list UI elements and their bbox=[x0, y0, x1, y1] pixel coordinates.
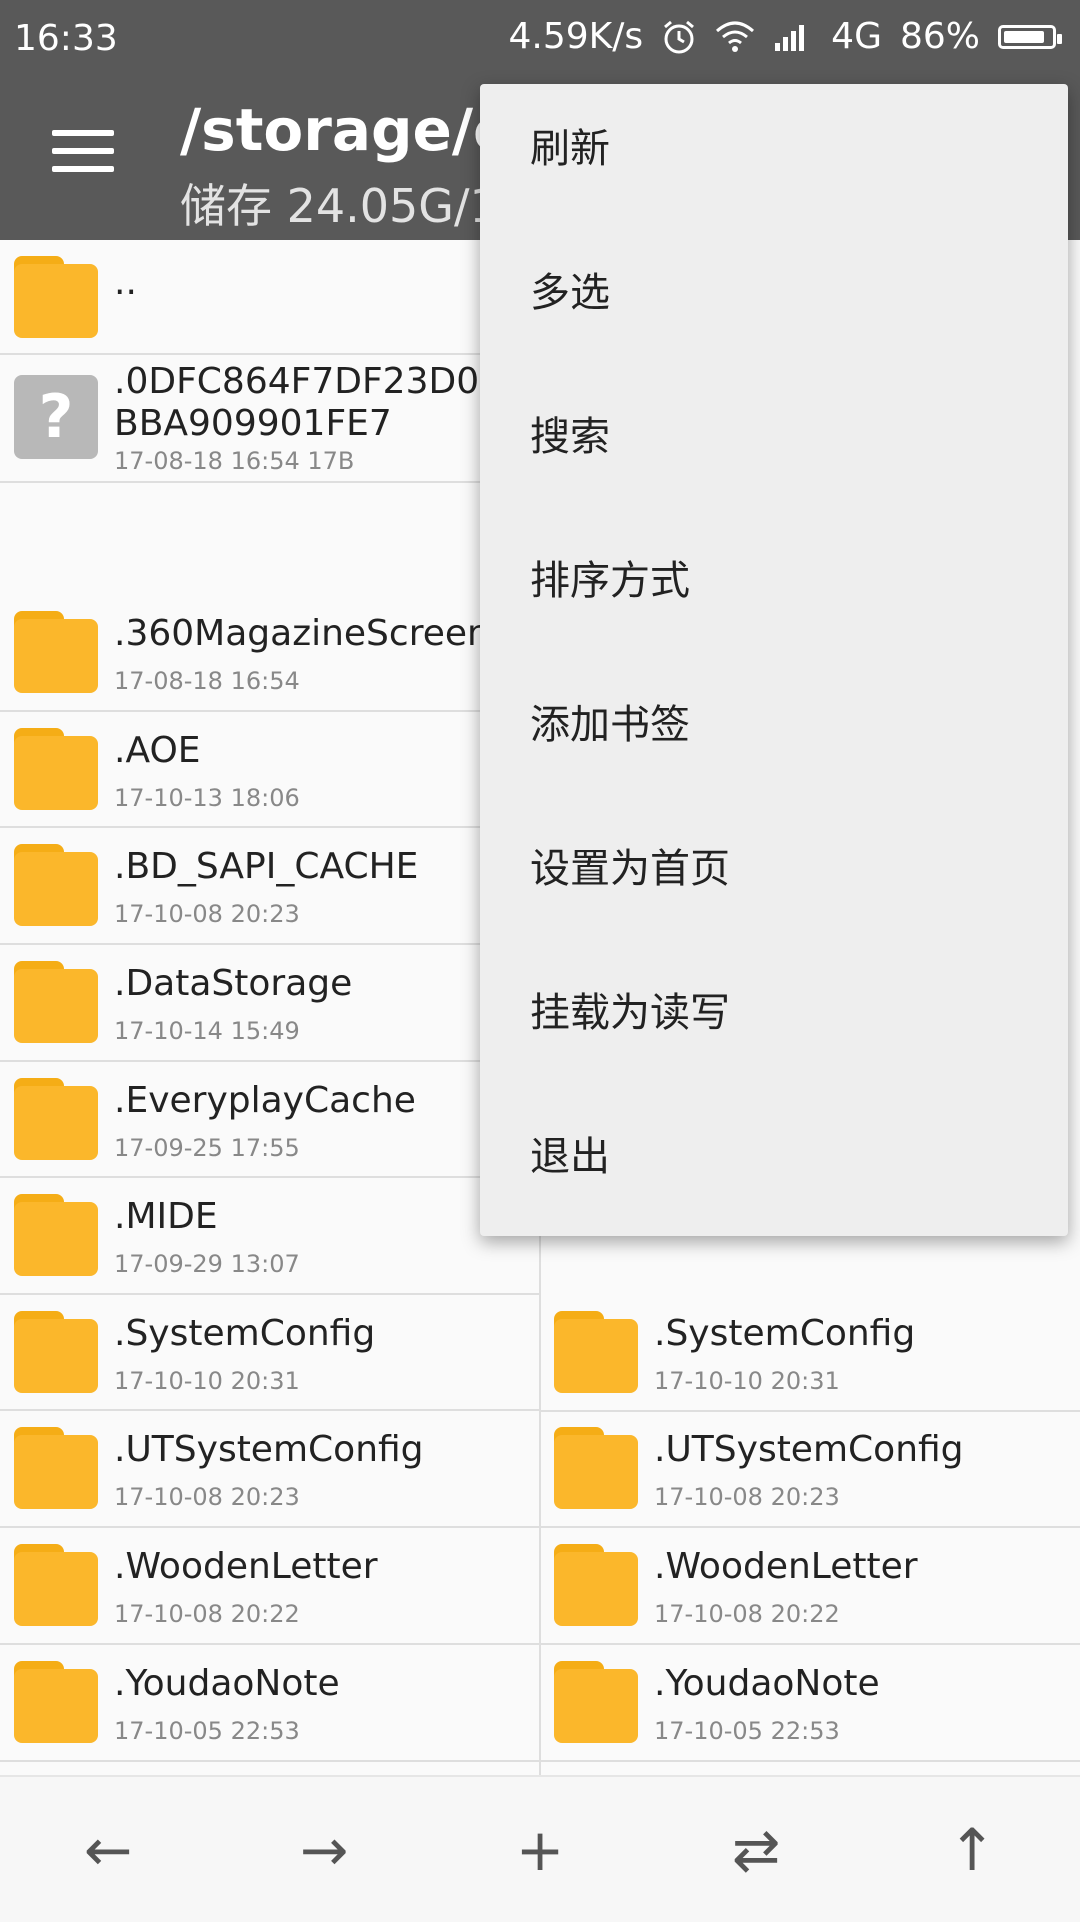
folder-row[interactable]: .AOE 17-10-13 18:06 bbox=[0, 712, 540, 828]
back-arrow-icon[interactable]: ← bbox=[68, 1815, 148, 1885]
bottom-navigation-bar: ← → + ⇄ ↑ bbox=[0, 1775, 1080, 1922]
folder-row[interactable]: .YoudaoNote 17-10-05 22:53 bbox=[540, 1645, 1080, 1762]
file-meta: 17-08-18 16:54 bbox=[114, 667, 300, 695]
status-bar: 16:33 4.59K/s 4G 86% bbox=[0, 0, 1080, 78]
menu-item-add-bookmark[interactable]: 添加书签 bbox=[530, 692, 690, 750]
file-name: .360MagazineScreen bbox=[114, 613, 490, 654]
folder-row[interactable]: .YoudaoNote 17-10-05 22:53 bbox=[0, 1645, 540, 1762]
folder-row[interactable]: .SystemConfig 17-10-10 20:31 bbox=[540, 1295, 1080, 1412]
file-name-line2: BBA909901FE7 bbox=[114, 403, 392, 444]
file-name: .WoodenLetter bbox=[654, 1546, 918, 1587]
signal-icon bbox=[773, 21, 813, 53]
file-name: .SystemConfig bbox=[114, 1313, 376, 1354]
file-meta: 17-08-18 16:54 17B bbox=[114, 447, 355, 475]
folder-row[interactable]: .BD_SAPI_CACHE 17-10-08 20:23 bbox=[0, 828, 540, 945]
file-name: .DataStorage bbox=[114, 963, 353, 1004]
menu-item-refresh[interactable]: 刷新 bbox=[530, 116, 610, 174]
menu-drawer-icon[interactable] bbox=[52, 130, 114, 180]
folder-row[interactable]: .UTSystemConfig 17-10-08 20:23 bbox=[540, 1411, 1080, 1528]
folder-row[interactable]: .MIDE 17-09-29 13:07 bbox=[0, 1178, 540, 1295]
file-meta: 17-09-25 17:55 bbox=[114, 1134, 300, 1162]
up-directory-icon[interactable]: ↑ bbox=[932, 1815, 1012, 1885]
file-name: .AOE bbox=[114, 730, 201, 771]
status-time: 16:33 bbox=[14, 18, 118, 59]
file-meta: 17-10-08 20:23 bbox=[114, 900, 300, 928]
folder-icon bbox=[14, 1078, 98, 1160]
unknown-file-icon: ? bbox=[14, 375, 98, 459]
storage-subtitle: 储存 24.05G/1 bbox=[180, 179, 499, 233]
file-meta: 17-10-05 22:53 bbox=[114, 1717, 300, 1745]
status-speed: 4.59K/s bbox=[508, 16, 644, 57]
folder-row[interactable]: .360MagazineScreen 17-08-18 16:54 bbox=[0, 595, 540, 712]
folder-row[interactable]: .EveryplayCache 17-09-25 17:55 bbox=[0, 1062, 540, 1178]
overflow-menu: 刷新多选搜索排序方式添加书签设置为首页挂载为读写退出 bbox=[480, 84, 1068, 1236]
file-meta: 17-09-29 13:07 bbox=[114, 1250, 300, 1278]
folder-icon bbox=[14, 1661, 98, 1743]
folder-icon bbox=[14, 844, 98, 926]
folder-icon bbox=[14, 1427, 98, 1509]
folder-icon bbox=[14, 1311, 98, 1393]
file-name: .BD_SAPI_CACHE bbox=[114, 846, 419, 887]
file-name: .UTSystemConfig bbox=[114, 1429, 424, 1470]
file-list-left-column: ..? .0DFC864F7DF23D084 BBA909901FE7 17-08-1… bbox=[0, 240, 540, 1775]
file-meta: 17-10-14 15:49 bbox=[114, 1017, 300, 1045]
folder-row[interactable]: .. bbox=[0, 240, 540, 355]
folder-icon bbox=[14, 728, 98, 810]
folder-row[interactable]: .WoodenLetter 17-10-08 20:22 bbox=[0, 1528, 540, 1645]
file-name: .UTSystemConfig bbox=[654, 1429, 964, 1470]
folder-icon bbox=[554, 1544, 638, 1626]
file-meta: 17-10-10 20:31 bbox=[114, 1367, 300, 1395]
folder-row[interactable]: .SystemConfig 17-10-10 20:31 bbox=[0, 1295, 540, 1411]
file-row[interactable]: ?._android.dat17-10-05 22:54 73B bbox=[540, 1762, 1080, 1775]
folder-icon bbox=[554, 1427, 638, 1509]
menu-item-multi-select[interactable]: 多选 bbox=[530, 260, 610, 318]
wifi-icon bbox=[715, 21, 755, 53]
file-name: .YoudaoNote bbox=[654, 1663, 880, 1704]
file-meta: 17-10-13 18:06 bbox=[114, 784, 300, 812]
folder-row[interactable]: .WoodenLetter 17-10-08 20:22 bbox=[540, 1528, 1080, 1645]
file-name: .0DFC864F7DF23D084 bbox=[114, 361, 525, 402]
file-row[interactable]: ?._android.dat17-10-05 22:54 73B bbox=[0, 1762, 540, 1775]
file-name: .YoudaoNote bbox=[114, 1663, 340, 1704]
network-type: 4G bbox=[831, 16, 882, 57]
folder-icon bbox=[14, 1194, 98, 1276]
folder-icon bbox=[14, 1544, 98, 1626]
alarm-icon bbox=[661, 19, 697, 55]
file-name: .MIDE bbox=[114, 1196, 218, 1237]
file-meta: 17-10-08 20:23 bbox=[654, 1483, 840, 1511]
battery-percent: 86% bbox=[899, 16, 980, 57]
menu-item-exit[interactable]: 退出 bbox=[530, 1124, 610, 1182]
file-row[interactable]: ? .0DFC864F7DF23D084 BBA909901FE7 17-08-18 … bbox=[0, 355, 540, 483]
folder-icon bbox=[14, 961, 98, 1043]
menu-item-sort-by[interactable]: 排序方式 bbox=[530, 548, 690, 606]
forward-arrow-icon[interactable]: → bbox=[284, 1815, 364, 1885]
file-meta: 17-10-08 20:23 bbox=[114, 1483, 300, 1511]
folder-row[interactable]: .UTSystemConfig 17-10-08 20:23 bbox=[0, 1411, 540, 1528]
swap-panes-icon[interactable]: ⇄ bbox=[716, 1815, 796, 1885]
status-right: 4.59K/s 4G 86% bbox=[508, 16, 1062, 57]
folder-icon bbox=[554, 1661, 638, 1743]
file-meta: 17-10-08 20:22 bbox=[114, 1600, 300, 1628]
menu-item-search[interactable]: 搜索 bbox=[530, 404, 610, 462]
folder-icon bbox=[14, 611, 98, 693]
battery-icon bbox=[998, 24, 1062, 49]
file-name: .. bbox=[114, 262, 137, 303]
folder-icon bbox=[14, 256, 98, 338]
file-name: .EveryplayCache bbox=[114, 1080, 416, 1121]
add-icon[interactable]: + bbox=[500, 1815, 580, 1885]
file-name: .WoodenLetter bbox=[114, 1546, 378, 1587]
folder-icon bbox=[554, 1311, 638, 1393]
file-name: .SystemConfig bbox=[654, 1313, 916, 1354]
file-meta: 17-10-08 20:22 bbox=[654, 1600, 840, 1628]
file-meta: 17-10-05 22:53 bbox=[654, 1717, 840, 1745]
file-meta: 17-10-10 20:31 bbox=[654, 1367, 840, 1395]
menu-item-mount-read-write[interactable]: 挂载为读写 bbox=[530, 980, 730, 1038]
menu-item-set-as-home[interactable]: 设置为首页 bbox=[530, 836, 730, 894]
folder-row[interactable]: .DataStorage 17-10-14 15:49 bbox=[0, 945, 540, 1062]
